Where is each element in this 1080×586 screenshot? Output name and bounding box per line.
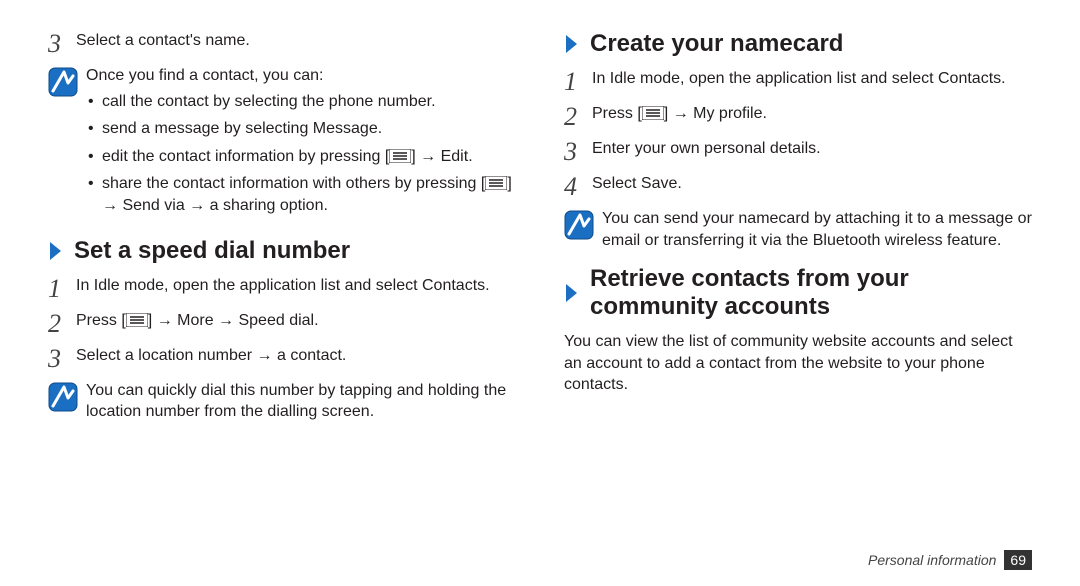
menu-icon — [485, 176, 507, 190]
bullet-share: share the contact information with other… — [86, 173, 516, 216]
step-text: In Idle mode, open the application list … — [76, 275, 516, 297]
note-intro: Once you find a contact, you can: — [86, 67, 323, 84]
left-column: 3 Select a contact's name. Once you find… — [48, 30, 516, 433]
note-contact-actions: Once you find a contact, you can: call t… — [48, 65, 516, 223]
step-number: 1 — [48, 275, 76, 302]
step-text: In Idle mode, open the application list … — [592, 68, 1032, 90]
step-2-press-more: 2 Press [] → More → Speed dial. — [48, 310, 516, 337]
bullet-call: call the contact by selecting the phone … — [86, 91, 516, 113]
step-1-open-contacts: 1 In Idle mode, open the application lis… — [48, 275, 516, 302]
note-bullet-list: call the contact by selecting the phone … — [86, 91, 516, 217]
note-icon — [564, 210, 594, 240]
step-3-select-contact: 3 Select a contact's name. — [48, 30, 516, 57]
menu-icon — [642, 106, 664, 120]
para-community: You can view the list of community websi… — [564, 331, 1032, 396]
step-text: Press [] → More → Speed dial. — [76, 310, 516, 332]
bullet-edit: edit the contact information by pressing… — [86, 146, 516, 168]
step-3-select-location: 3 Select a location number → a contact. — [48, 345, 516, 372]
menu-icon — [389, 149, 411, 163]
bullet-message: send a message by selecting Message. — [86, 118, 516, 140]
step-text: Select a location number → a contact. — [76, 345, 516, 367]
heading-text: Retrieve contacts from your community ac… — [590, 265, 1032, 321]
page-content: 3 Select a contact's name. Once you find… — [0, 0, 1080, 443]
step-number: 2 — [48, 310, 76, 337]
page-footer: Personal information 69 — [868, 550, 1032, 570]
heading-text: Create your namecard — [590, 30, 843, 58]
step-text: Enter your own personal details. — [592, 138, 1032, 160]
right-column: Create your namecard 1 In Idle mode, ope… — [564, 30, 1032, 433]
step-1-open-contacts: 1 In Idle mode, open the application lis… — [564, 68, 1032, 95]
step-3-enter-details: 3 Enter your own personal details. — [564, 138, 1032, 165]
step-number: 2 — [564, 103, 592, 130]
note-icon — [48, 382, 78, 412]
step-text: Select a contact's name. — [76, 30, 516, 52]
note-text: You can send your namecard by attaching … — [602, 208, 1032, 251]
chevron-icon — [564, 282, 582, 304]
step-text: Press [] → My profile. — [592, 103, 1032, 125]
heading-retrieve-contacts: Retrieve contacts from your community ac… — [564, 265, 1032, 321]
heading-text: Set a speed dial number — [74, 237, 350, 265]
step-2-my-profile: 2 Press [] → My profile. — [564, 103, 1032, 130]
page-number: 69 — [1004, 550, 1032, 570]
note-send-namecard: You can send your namecard by attaching … — [564, 208, 1032, 251]
step-number: 3 — [48, 345, 76, 372]
step-number: 3 — [564, 138, 592, 165]
step-text: Select Save. — [592, 173, 1032, 195]
heading-namecard: Create your namecard — [564, 30, 1032, 58]
heading-speed-dial: Set a speed dial number — [48, 237, 516, 265]
step-number: 1 — [564, 68, 592, 95]
step-number: 4 — [564, 173, 592, 200]
menu-icon — [126, 313, 148, 327]
step-number: 3 — [48, 30, 76, 57]
chevron-icon — [564, 33, 582, 55]
footer-section: Personal information — [868, 552, 996, 568]
step-4-save: 4 Select Save. — [564, 173, 1032, 200]
note-quick-dial: You can quickly dial this number by tapp… — [48, 380, 516, 423]
note-text: You can quickly dial this number by tapp… — [86, 380, 516, 423]
chevron-icon — [48, 240, 66, 262]
note-body: Once you find a contact, you can: call t… — [86, 65, 516, 223]
note-icon — [48, 67, 78, 97]
